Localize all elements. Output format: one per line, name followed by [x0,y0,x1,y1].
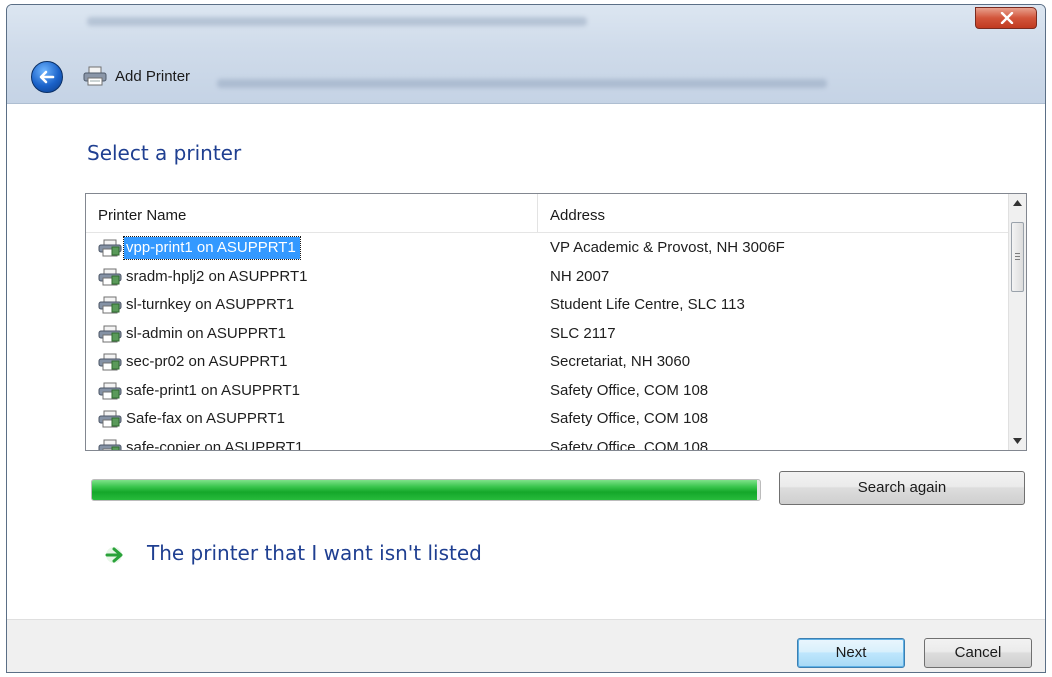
page-heading: Select a printer [87,141,242,165]
printer-icon [98,239,122,257]
scroll-grip [1015,253,1020,254]
printer-address: Safety Office, COM 108 [550,410,709,427]
printer-icon [83,66,107,86]
next-button[interactable]: Next [797,638,905,668]
cancel-button[interactable]: Cancel [924,638,1032,668]
printer-icon [98,439,122,450]
printer-icon [98,439,122,450]
back-button[interactable] [31,61,63,93]
scroll-up-button[interactable] [1009,194,1026,212]
printer-name: Safe-fax on ASUPPRT1 [126,410,285,427]
printer-icon [98,353,122,371]
printer-row[interactable]: sl-turnkey on ASUPPRT1 Student Life Centr… [86,291,1008,320]
printer-row[interactable]: safe-print1 on ASUPPRT1 Safety Office, CO… [86,377,1008,406]
scroll-down-arrow-icon [1013,438,1022,444]
search-again-label: Search again [857,479,947,496]
list-header: Printer Name Address [86,194,1008,233]
green-arrow-icon [105,547,123,563]
search-progress-bar [91,479,761,501]
column-header-address[interactable]: Address [538,194,1008,232]
column-header-printer-name[interactable]: Printer Name [86,194,538,232]
printer-icon [98,410,122,428]
blurred-background-text [217,79,827,88]
printer-address: Safety Office, COM 108 [550,438,709,451]
printer-rows: vpp-print1 on ASUPPRT1 VP Academic & Prov… [86,234,1008,451]
printer-icon [98,268,122,285]
printer-icon [98,353,122,376]
close-button[interactable] [975,7,1037,29]
printer-icon [98,325,122,342]
title-bar: Add Printer [7,5,1045,104]
vertical-scrollbar[interactable] [1008,194,1026,450]
add-printer-window: Add Printer Select a printer Printer Nam… [6,4,1046,673]
printer-name: sl-admin on ASUPPRT1 [126,324,286,342]
printer-address: Secretariat, NH 3060 [550,353,691,370]
printer-name: sradm-hplj2 on ASUPPRT1 [126,267,308,285]
window-title: Add Printer [115,68,191,85]
printer-name: safe-copier on ASUPPRT1 [126,438,304,451]
printer-address: Student Life Centre, SLC 113 [550,296,745,313]
printer-icon [98,382,122,399]
printer-address: VP Academic & Provost, NH 3006F [550,239,785,256]
dialog-footer: Next Cancel [7,619,1045,672]
printer-icon [98,296,122,319]
printer-not-listed-label: The printer that I want isn't listed [147,541,482,565]
printer-row[interactable]: sl-admin on ASUPPRT1 SLC 2117 [86,320,1008,349]
printer-address: NH 2007 [550,267,610,285]
printer-name: safe-print1 on ASUPPRT1 [126,381,300,399]
scroll-down-button[interactable] [1009,432,1026,450]
scroll-thumb[interactable] [1011,222,1024,292]
printer-icon [98,325,122,348]
printer-name: sec-pr02 on ASUPPRT1 [126,353,288,370]
printer-icon [98,410,122,433]
printer-name: sl-turnkey on ASUPPRT1 [126,296,295,313]
back-arrow-icon [39,70,55,84]
printer-row[interactable]: vpp-print1 on ASUPPRT1 VP Academic & Prov… [86,234,1008,263]
printer-icon [98,268,122,291]
close-icon [1000,12,1014,24]
printer-address: Safety Office, COM 108 [550,381,709,399]
printer-list[interactable]: Printer Name Address vpp-print1 on ASUPP… [85,193,1027,451]
scroll-up-arrow-icon [1013,200,1022,206]
printer-icon [98,382,122,405]
printer-row[interactable]: Safe-fax on ASUPPRT1 Safety Office, COM 1… [86,405,1008,434]
printer-icon [98,239,122,262]
printer-row[interactable]: sec-pr02 on ASUPPRT1 Secretariat, NH 3060 [86,348,1008,377]
printer-row[interactable]: sradm-hplj2 on ASUPPRT1 NH 2007 [86,263,1008,292]
search-again-button[interactable]: Search again [779,471,1025,505]
blurred-background-text [87,17,587,26]
printer-row[interactable]: safe-copier on ASUPPRT1 Safety Office, CO… [86,434,1008,451]
printer-address: SLC 2117 [550,324,616,342]
printer-icon [98,296,122,314]
printer-name: vpp-print1 on ASUPPRT1 [123,236,301,260]
progress-fill [92,480,757,500]
